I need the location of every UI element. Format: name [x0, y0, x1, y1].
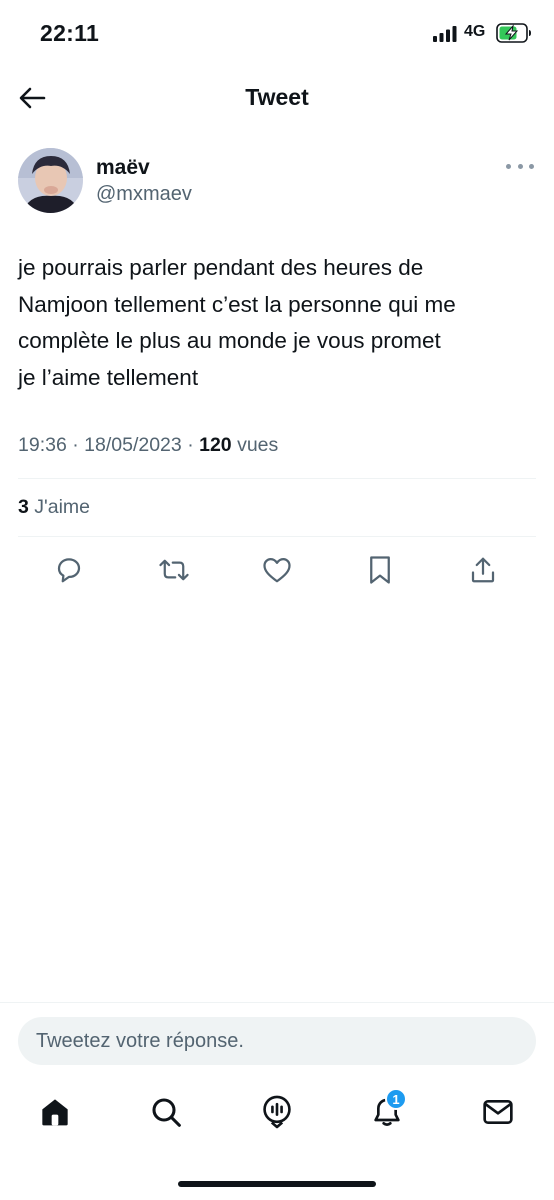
tab-bar: 1 — [0, 1086, 554, 1142]
more-dot — [529, 163, 534, 169]
divider — [18, 478, 536, 479]
avatar-image — [18, 148, 83, 213]
more-options-button[interactable] — [506, 156, 534, 176]
status-bar: 22:11 4G — [0, 0, 554, 68]
views-label: vues — [237, 434, 279, 456]
likes-stat[interactable]: 3 J'aime — [18, 496, 90, 519]
tweet-author: maëv @mxmaev — [18, 148, 538, 218]
reply-input[interactable] — [18, 1017, 536, 1065]
network-type: 4G — [464, 23, 486, 40]
likes-label: J'aime — [34, 496, 91, 518]
notifications-badge: 1 — [385, 1088, 407, 1110]
tab-spaces[interactable] — [251, 1086, 303, 1138]
like-icon — [263, 558, 291, 583]
page-title: Tweet — [245, 84, 309, 110]
meta-separator: · — [187, 434, 194, 456]
tweet-text: je pourrais parler pendant des heures de… — [18, 250, 542, 396]
nav-header: Tweet — [0, 70, 554, 128]
meta-separator: · — [72, 434, 79, 456]
tab-home[interactable] — [29, 1086, 81, 1138]
tweet-meta: 19:36 · 18/05/2023 · 120 vues — [18, 434, 278, 457]
reply-button[interactable] — [49, 550, 89, 590]
retweet-button[interactable] — [154, 550, 194, 590]
messages-icon — [483, 1100, 513, 1124]
tweet-date[interactable]: 18/05/2023 — [84, 434, 182, 456]
divider — [18, 536, 536, 537]
search-icon — [152, 1098, 181, 1127]
bookmark-icon — [370, 556, 390, 584]
user-handle[interactable]: @mxmaev — [96, 183, 192, 206]
display-name[interactable]: maëv — [96, 156, 150, 180]
likes-count: 3 — [18, 496, 29, 518]
tweet-detail-screen: 22:11 4G Tweet maëv @mxmaev je pourrais … — [0, 0, 554, 1200]
tab-search[interactable] — [140, 1086, 192, 1138]
share-button[interactable] — [463, 550, 503, 590]
views-count: 120 — [199, 434, 232, 456]
tweet-text-line: Namjoon tellement c’est la personne qui … — [18, 291, 456, 317]
spaces-icon — [263, 1095, 291, 1129]
bookmark-button[interactable] — [360, 550, 400, 590]
tweet-actions — [0, 550, 554, 590]
share-icon — [471, 557, 495, 583]
tweet-text-line: je l’aime tellement — [18, 364, 199, 390]
tweet-text-line: complète le plus au monde je vous promet — [18, 328, 441, 353]
tab-messages[interactable] — [472, 1086, 524, 1138]
signal-icon — [433, 26, 457, 42]
retweet-icon — [159, 559, 189, 581]
status-time: 22:11 — [40, 20, 100, 46]
battery-charging-icon — [496, 23, 531, 43]
home-icon — [42, 1099, 68, 1126]
avatar[interactable] — [18, 148, 83, 213]
more-dot — [506, 163, 511, 169]
tab-notifications[interactable]: 1 — [361, 1086, 413, 1138]
tweet-time[interactable]: 19:36 — [18, 434, 67, 456]
reply-area — [0, 1002, 554, 1076]
tweet-text-line: je pourrais parler pendant des heures de — [18, 255, 424, 280]
like-button[interactable] — [257, 550, 297, 590]
home-indicator — [178, 1181, 376, 1187]
reply-icon — [57, 558, 81, 583]
more-dot — [517, 163, 523, 169]
